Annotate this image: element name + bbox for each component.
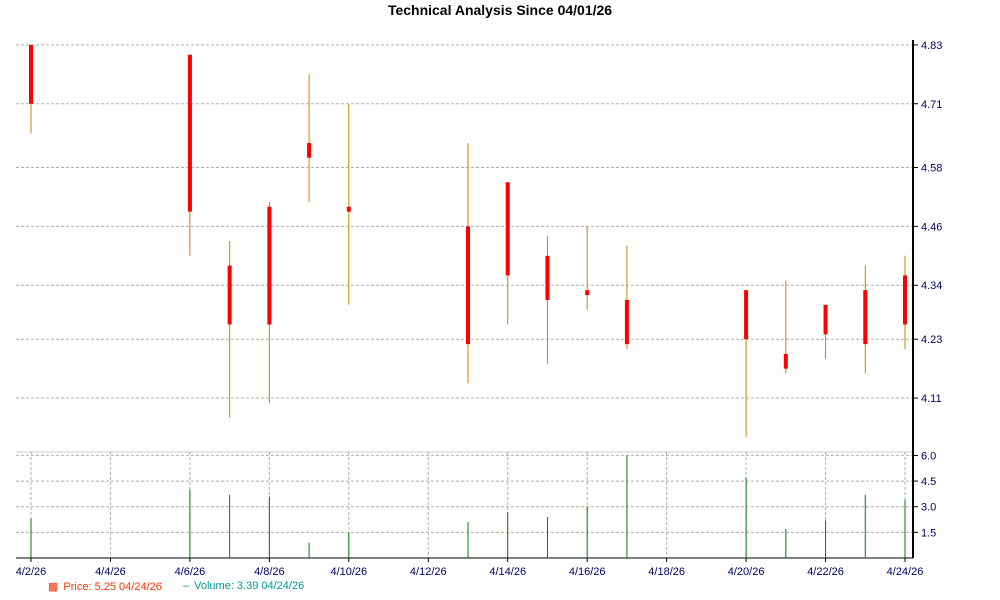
chart-plot: 4.11 4.23 4.34 4.46 4.58 4.71 4.83 1.5 3.0 4.5 6.0… xyxy=(16,40,943,578)
legend-price-swatch: ▩ xyxy=(48,581,59,593)
candle-body xyxy=(744,290,749,340)
legend-price: ▩ Price: 5.25 04/24/26 xyxy=(48,580,162,593)
volume-tick-label: 6.0 xyxy=(921,450,936,462)
price-tick-label: 4.11 xyxy=(921,393,942,405)
price-tick-label: 4.23 xyxy=(921,334,942,346)
legend-volume-swatch: – xyxy=(183,580,190,592)
x-tick-label: 4/16/26 xyxy=(569,566,606,578)
x-tick-label: 4/10/26 xyxy=(330,566,367,578)
candle-body xyxy=(903,275,907,325)
x-tick-label: 4/14/26 xyxy=(489,566,526,578)
candle-body xyxy=(307,143,312,158)
candle-body xyxy=(505,182,510,276)
grid-lines xyxy=(16,44,913,558)
legend-volume-label: Volume: 3.39 04/24/26 xyxy=(194,580,305,592)
candle-body xyxy=(29,44,33,104)
candle-body xyxy=(823,304,828,335)
price-tick-label: 4.58 xyxy=(921,163,942,175)
candle-body xyxy=(187,54,192,212)
x-tick-label: 4/2/26 xyxy=(16,566,47,578)
candle-body xyxy=(545,255,550,300)
x-tick-label: 4/12/26 xyxy=(410,566,447,578)
x-tick-label: 4/4/26 xyxy=(95,566,126,578)
legend-volume: – Volume: 3.39 04/24/26 xyxy=(183,580,304,592)
volume-tick-label: 3.0 xyxy=(921,502,936,514)
candle-body xyxy=(585,290,590,296)
candle-body xyxy=(783,353,788,369)
x-tick-label: 4/8/26 xyxy=(254,566,285,578)
candle-body xyxy=(227,265,232,325)
candle-body xyxy=(346,206,351,212)
price-tick-label: 4.71 xyxy=(921,99,942,111)
volume-tick-label: 4.5 xyxy=(921,476,936,488)
candle-body xyxy=(267,206,272,325)
tick-labels: 4.11 4.23 4.34 4.46 4.58 4.71 4.83 1.5 3.0 4.5 6.0… xyxy=(16,40,943,578)
candle-body xyxy=(624,299,629,345)
x-tick-label: 4/20/26 xyxy=(728,566,765,578)
x-tick-label: 4/24/26 xyxy=(887,566,924,578)
volume-tick-label: 1.5 xyxy=(921,527,936,539)
x-tick-label: 4/18/26 xyxy=(648,566,685,578)
candle-body xyxy=(466,226,470,345)
x-tick-label: 4/22/26 xyxy=(807,566,844,578)
legend-price-label: Price: 5.25 04/24/26 xyxy=(63,581,162,593)
x-tick-label: 4/6/26 xyxy=(175,566,206,578)
price-tick-label: 4.46 xyxy=(921,221,942,233)
price-tick-label: 4.83 xyxy=(921,40,942,52)
price-tick-label: 4.34 xyxy=(921,280,942,292)
candle-body xyxy=(863,290,868,345)
